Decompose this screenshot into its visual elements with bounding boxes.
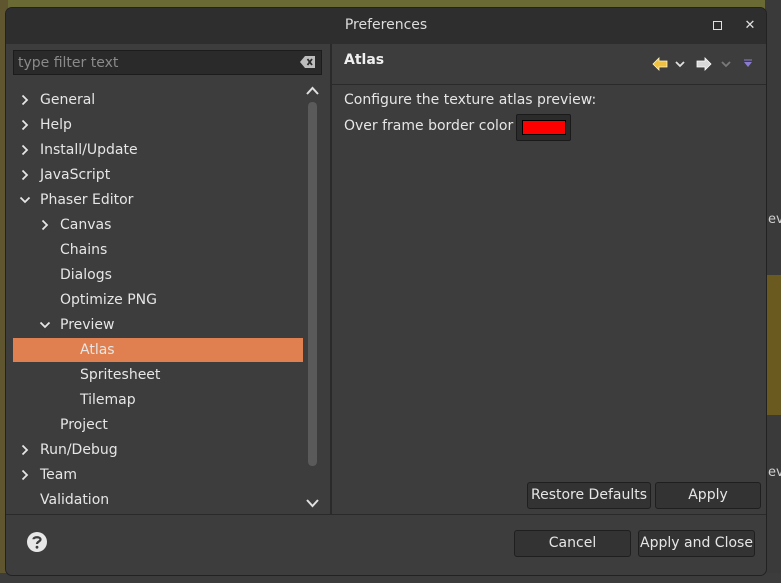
- cancel-button[interactable]: Cancel: [514, 530, 631, 557]
- title-bar[interactable]: Preferences ✕: [6, 8, 766, 44]
- tree-item[interactable]: Validation: [13, 488, 303, 512]
- close-button[interactable]: ✕: [740, 16, 760, 36]
- scrollbar-thumb[interactable]: [308, 102, 317, 466]
- border-color-swatch: [522, 120, 566, 135]
- help-icon[interactable]: [26, 531, 48, 553]
- restore-defaults-button[interactable]: Restore Defaults: [527, 482, 651, 509]
- apply-button[interactable]: Apply: [655, 482, 761, 509]
- tree-item[interactable]: Phaser Editor: [13, 188, 303, 212]
- tree-scrollbar[interactable]: [303, 80, 322, 514]
- tree-item-label: Help: [40, 117, 72, 133]
- background-app-panel: ev ev: [765, 0, 781, 583]
- tree-item-label: Dialogs: [60, 267, 112, 283]
- chevron-right-icon[interactable]: [19, 144, 31, 156]
- tree-item-label: Optimize PNG: [60, 292, 157, 308]
- tree-item[interactable]: Tilemap: [13, 388, 303, 412]
- maximize-button[interactable]: [707, 16, 727, 36]
- chevron-down-icon[interactable]: [19, 194, 31, 206]
- tree-item-label: Run/Debug: [40, 442, 118, 458]
- chevron-right-icon[interactable]: [19, 94, 31, 106]
- scroll-down-icon[interactable]: [303, 494, 322, 512]
- tree-item[interactable]: Optimize PNG: [13, 288, 303, 312]
- apply-and-close-button[interactable]: Apply and Close: [638, 530, 755, 557]
- back-history-chevron-icon[interactable]: [674, 56, 686, 72]
- border-color-label: Over frame border color: [344, 118, 514, 134]
- tree-item-label: Install/Update: [40, 142, 138, 158]
- preferences-tree[interactable]: General Help Install/Update JavaScript Phase…: [13, 80, 303, 514]
- page-navigation: [650, 56, 760, 74]
- tree-item[interactable]: Atlas: [13, 338, 303, 362]
- arrow-right-icon[interactable]: [696, 56, 712, 72]
- tree-item-label: Phaser Editor: [40, 192, 134, 208]
- chevron-right-icon[interactable]: [19, 444, 31, 456]
- chevron-right-icon[interactable]: [19, 169, 31, 181]
- border-color-picker[interactable]: [516, 114, 571, 141]
- clear-filter-icon[interactable]: [300, 55, 316, 69]
- tree-item[interactable]: Team: [13, 463, 303, 487]
- chevron-right-icon[interactable]: [19, 469, 31, 481]
- preferences-dialog: Preferences ✕ General Help Install/Update J…: [6, 8, 766, 575]
- tree-item-label: Spritesheet: [80, 367, 161, 383]
- tree-item[interactable]: Run/Debug: [13, 438, 303, 462]
- page-title: Atlas: [344, 52, 385, 68]
- forward-history-chevron-icon[interactable]: [720, 56, 732, 72]
- tree-item[interactable]: General: [13, 88, 303, 112]
- tree-item-label: Atlas: [80, 342, 115, 358]
- tree-item-label: General: [40, 92, 96, 108]
- view-menu-icon[interactable]: [742, 56, 754, 72]
- chevron-right-icon[interactable]: [19, 119, 31, 131]
- tree-item[interactable]: Canvas: [13, 213, 303, 237]
- tree-item-label: Preview: [60, 317, 115, 333]
- tree-item-label: Tilemap: [80, 392, 136, 408]
- tree-item[interactable]: JavaScript: [13, 163, 303, 187]
- close-icon: ✕: [744, 18, 756, 33]
- arrow-left-icon[interactable]: [652, 56, 668, 72]
- page-description: Configure the texture atlas preview:: [344, 92, 597, 108]
- maximize-icon: [712, 21, 722, 30]
- filter-field[interactable]: [13, 50, 322, 75]
- tree-item-label: Canvas: [60, 217, 112, 233]
- window-title: Preferences: [344, 17, 428, 33]
- footer-separator: [6, 514, 766, 515]
- tree-item[interactable]: Help: [13, 113, 303, 137]
- tree-item[interactable]: Dialogs: [13, 263, 303, 287]
- tree-item-label: Validation: [40, 492, 110, 508]
- tree-item-label: JavaScript: [40, 167, 111, 183]
- scroll-up-icon[interactable]: [303, 82, 322, 100]
- tree-item[interactable]: Project: [13, 413, 303, 437]
- tree-item[interactable]: Spritesheet: [13, 363, 303, 387]
- tree-item[interactable]: Install/Update: [13, 138, 303, 162]
- panel-divider[interactable]: [330, 44, 332, 514]
- tree-item[interactable]: Chains: [13, 238, 303, 262]
- scrollbar-track[interactable]: [308, 102, 317, 466]
- tree-item-label: Chains: [60, 242, 108, 258]
- header-separator: [332, 84, 766, 85]
- chevron-right-icon[interactable]: [39, 219, 51, 231]
- tree-item-label: Project: [60, 417, 108, 433]
- chevron-down-icon[interactable]: [39, 319, 51, 331]
- tree-item-label: Team: [40, 467, 78, 483]
- tree-item[interactable]: Preview: [13, 313, 303, 337]
- filter-input[interactable]: [14, 51, 294, 74]
